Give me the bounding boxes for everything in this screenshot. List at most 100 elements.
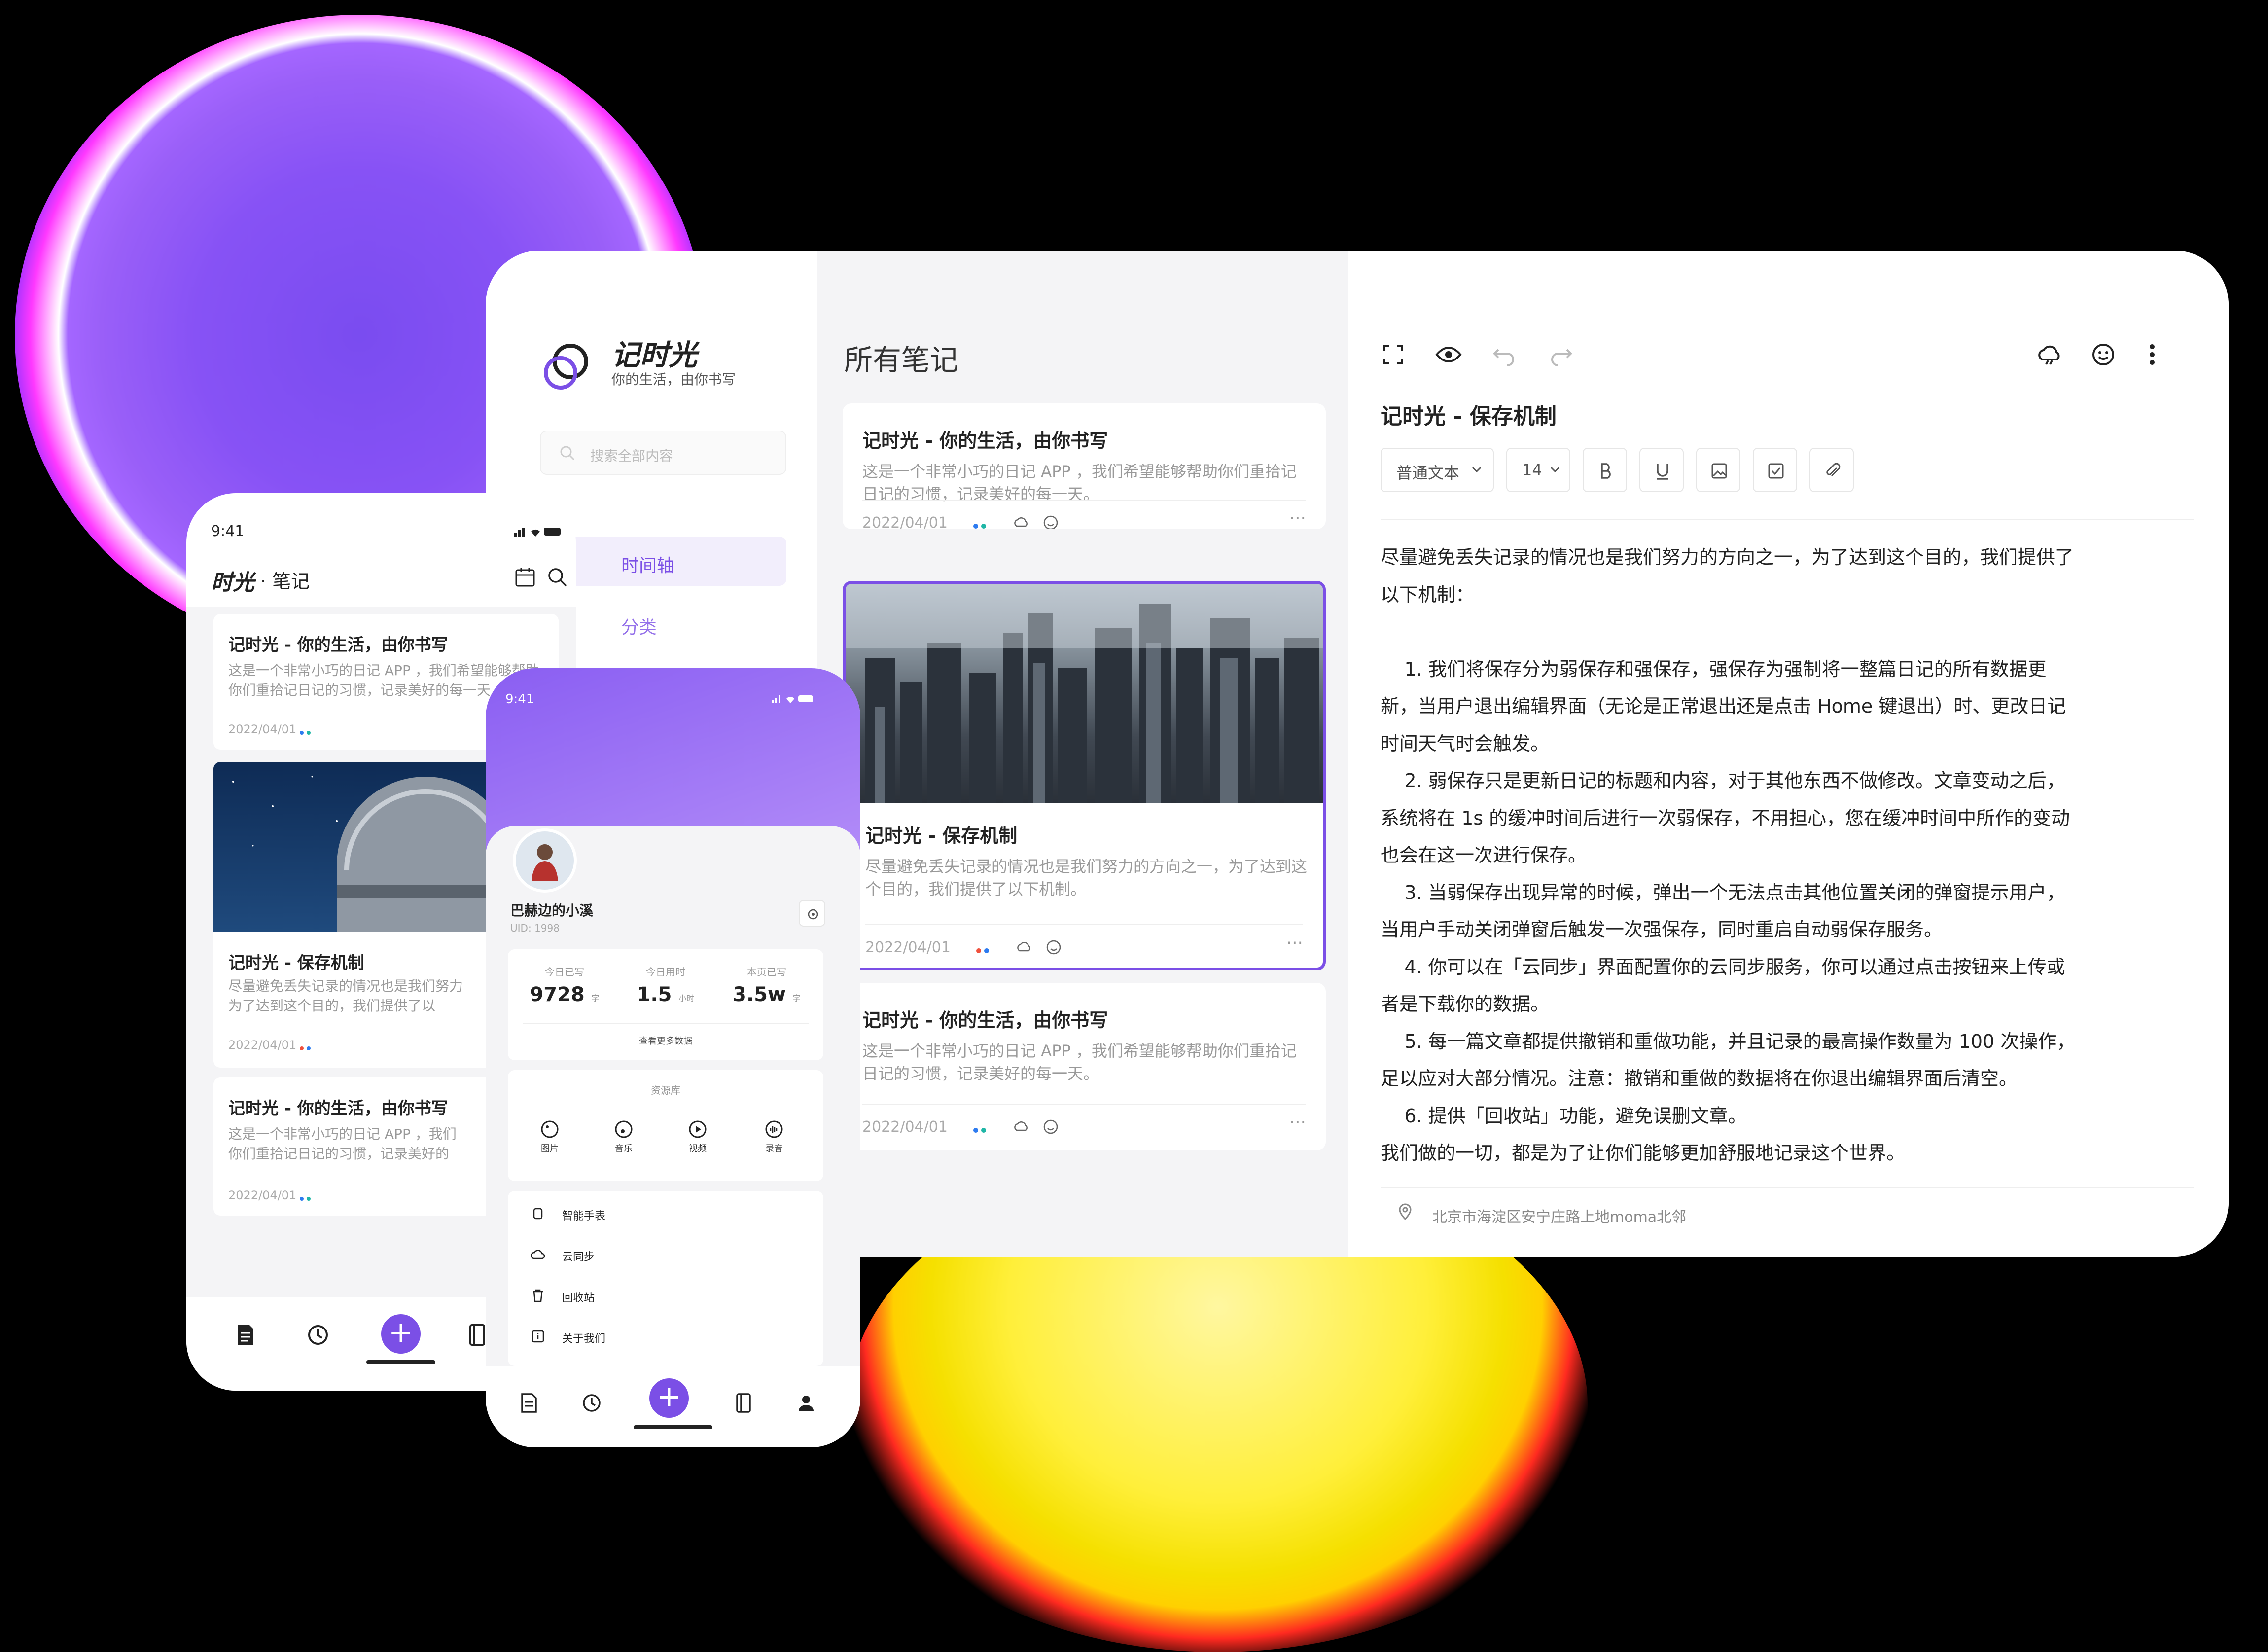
menu-item-smartwatch[interactable]: 智能手表 bbox=[562, 1207, 605, 1223]
note-desc: 这是一个非常小巧的日记 APP ，我们希望能够帮助你们重拾记日记的习惯，记录美好… bbox=[862, 1041, 1297, 1083]
avatar[interactable] bbox=[513, 828, 577, 893]
tag-dots bbox=[973, 521, 989, 529]
note-card[interactable]: 记时光 - 你的生活，由你书写 这是一个非常小巧的日记 APP ，我们希望能够帮… bbox=[843, 403, 1326, 529]
divider bbox=[1381, 1187, 2194, 1188]
mood-icon[interactable] bbox=[2091, 342, 2116, 367]
text-style-select[interactable]: 普通文本 bbox=[1381, 448, 1494, 492]
tab-book-icon[interactable] bbox=[735, 1393, 752, 1413]
editor-title[interactable]: 记时光 - 保存机制 bbox=[1381, 398, 1557, 430]
note-desc: 这是一个非常小巧的日记 APP ，我们 你们重拾记日记的习惯，记录美好的 bbox=[228, 1126, 457, 1162]
library-title: 资源库 bbox=[651, 1084, 680, 1096]
tag-dots bbox=[976, 946, 992, 955]
image-icon bbox=[1711, 463, 1727, 479]
note-card-selected[interactable]: 记时光 - 保存机制 尽量避免丢失记录的情况也是我们努力的方向之一，为了达到这个… bbox=[843, 581, 1326, 970]
trash-icon bbox=[533, 1289, 543, 1302]
resource-audio[interactable]: 录音 bbox=[749, 1119, 799, 1154]
tab-clock-icon[interactable] bbox=[307, 1324, 329, 1346]
font-size-select[interactable]: 14 bbox=[1506, 448, 1570, 492]
more-button[interactable]: ··· bbox=[1289, 1113, 1306, 1133]
resource-images[interactable]: 图片 bbox=[525, 1119, 574, 1154]
note-date: 2022/04/01 bbox=[228, 722, 297, 736]
add-note-button[interactable]: + bbox=[649, 1378, 689, 1418]
music-icon bbox=[615, 1120, 633, 1138]
weather-icon[interactable] bbox=[2036, 342, 2064, 367]
editor-panel: 记时光 - 保存机制 普通文本 14 尽量避免丢失记录的情况也是我们努力的方向之… bbox=[1348, 251, 2229, 1257]
note-date: 2022/04/01 bbox=[862, 514, 948, 529]
editor-body[interactable]: 尽量避免丢失记录的情况也是我们努力的方向之一，为了达到这个目的，我们提供了 以下… bbox=[1381, 539, 2194, 1172]
brand-tagline: 你的生活，由你书写 bbox=[611, 371, 736, 388]
insert-image-button[interactable] bbox=[1696, 448, 1740, 492]
waveform-icon bbox=[765, 1120, 783, 1138]
underline-button[interactable] bbox=[1639, 448, 1684, 492]
more-vertical-icon[interactable] bbox=[2147, 342, 2157, 367]
menu-item-recycle-bin[interactable]: 回收站 bbox=[562, 1289, 595, 1305]
note-desc: 这是一个非常小巧的日记 APP ，我们希望能够帮助你们重拾记日记的习惯，记录美好… bbox=[862, 462, 1297, 503]
resource-music[interactable]: 音乐 bbox=[599, 1119, 648, 1154]
settings-menu: 智能手表 云同步 回收站 关于我们 bbox=[508, 1191, 823, 1366]
user-uid: UID: 1998 bbox=[510, 922, 560, 934]
paperclip-icon bbox=[1826, 463, 1841, 477]
resource-video[interactable]: 视频 bbox=[673, 1119, 722, 1154]
checklist-button[interactable] bbox=[1753, 448, 1797, 492]
redo-icon[interactable] bbox=[1548, 342, 1574, 367]
tab-notes-icon[interactable] bbox=[236, 1324, 255, 1346]
sidebar-item-label: 时间轴 bbox=[621, 556, 675, 576]
city-photo bbox=[846, 584, 1323, 803]
divider bbox=[1381, 519, 2194, 520]
note-card[interactable]: 记时光 - 你的生活，由你书写 这是一个非常小巧的日记 APP ，我们希望能够帮… bbox=[843, 983, 1326, 1150]
font-size-value: 14 bbox=[1522, 461, 1542, 479]
note-title: 记时光 - 你的生活，由你书写 bbox=[228, 1099, 448, 1118]
note-desc: 尽量避免丢失记录的情况也是我们努力 为了达到这个目的，我们提供了以 bbox=[228, 978, 463, 1014]
note-footer: 2022/04/01 ··· bbox=[862, 500, 1306, 529]
text-style-value: 普通文本 bbox=[1396, 464, 1460, 482]
calendar-icon[interactable] bbox=[514, 566, 536, 588]
more-data-link[interactable]: 查看更多数据 bbox=[508, 1034, 823, 1047]
add-note-button[interactable]: + bbox=[381, 1314, 421, 1354]
note-title: 记时光 - 你的生活，由你书写 bbox=[862, 1009, 1108, 1031]
logo-icon bbox=[544, 344, 588, 390]
more-button[interactable]: ··· bbox=[1286, 933, 1303, 953]
note-title: 记时光 - 保存机制 bbox=[228, 953, 364, 973]
cloud-sync-icon bbox=[531, 1250, 545, 1259]
tab-book-icon[interactable] bbox=[467, 1324, 487, 1346]
bold-button[interactable] bbox=[1583, 448, 1627, 492]
active-tab-indicator bbox=[366, 1360, 435, 1364]
note-date: 2022/04/01 bbox=[862, 1118, 948, 1136]
note-desc: 尽量避免丢失记录的情况也是我们努力的方向之一，为了达到这个目的，我们提供了以下机… bbox=[865, 857, 1308, 898]
phone-profile-screen: 9:41 巴赫边的小溪 UID: 1998 今日已写 9728 字 今日用时 1.5… bbox=[486, 668, 860, 1447]
search-icon[interactable] bbox=[546, 566, 568, 588]
sidebar-item-timeline[interactable]: 时间轴 bbox=[540, 537, 786, 586]
stat-today-time: 今日用时 1.5 小时 bbox=[637, 966, 695, 1006]
note-title: 记时光 - 你的生活，由你书写 bbox=[862, 430, 1108, 452]
underline-icon bbox=[1657, 464, 1668, 480]
tag-dots bbox=[300, 1043, 314, 1052]
sidebar-item-category[interactable]: 分类 bbox=[540, 598, 786, 647]
username: 巴赫边的小溪 bbox=[510, 902, 594, 919]
note-date: 2022/04/01 bbox=[865, 939, 951, 956]
stat-page-words: 本页已写 3.5w 字 bbox=[733, 966, 801, 1006]
search-input[interactable]: 搜索全部内容 bbox=[540, 431, 786, 475]
preview-eye-icon[interactable] bbox=[1435, 342, 1462, 367]
note-list-panel: 所有笔记 记时光 - 你的生活，由你书写 这是一个非常小巧的日记 APP ，我们… bbox=[817, 251, 1348, 1257]
settings-button[interactable] bbox=[799, 900, 825, 927]
menu-item-about[interactable]: 关于我们 bbox=[562, 1330, 605, 1346]
info-icon bbox=[532, 1330, 544, 1343]
attachment-button[interactable] bbox=[1809, 448, 1854, 492]
note-title: 记时光 - 保存机制 bbox=[865, 825, 1018, 847]
tab-notes-icon[interactable] bbox=[520, 1393, 538, 1413]
fullscreen-icon[interactable] bbox=[1381, 342, 1406, 367]
image-icon bbox=[541, 1120, 559, 1138]
signal-battery-icon bbox=[772, 695, 813, 703]
mood-icon bbox=[1043, 515, 1058, 529]
menu-item-cloud-sync[interactable]: 云同步 bbox=[562, 1248, 595, 1264]
checkbox-icon bbox=[1768, 463, 1784, 479]
more-button[interactable]: ··· bbox=[1289, 508, 1306, 529]
note-footer: 2022/04/01 ··· bbox=[862, 1104, 1306, 1136]
writing-stats: 今日已写 9728 字 今日用时 1.5 小时 本页已写 3.5w 字 查看更多数据 bbox=[508, 949, 823, 1060]
tab-clock-icon[interactable] bbox=[582, 1393, 602, 1413]
tag-dots bbox=[300, 727, 314, 737]
app-logo-text: 时光 bbox=[211, 570, 254, 595]
tab-profile-icon[interactable] bbox=[796, 1393, 816, 1413]
undo-icon[interactable] bbox=[1491, 342, 1517, 367]
search-icon bbox=[560, 446, 575, 461]
